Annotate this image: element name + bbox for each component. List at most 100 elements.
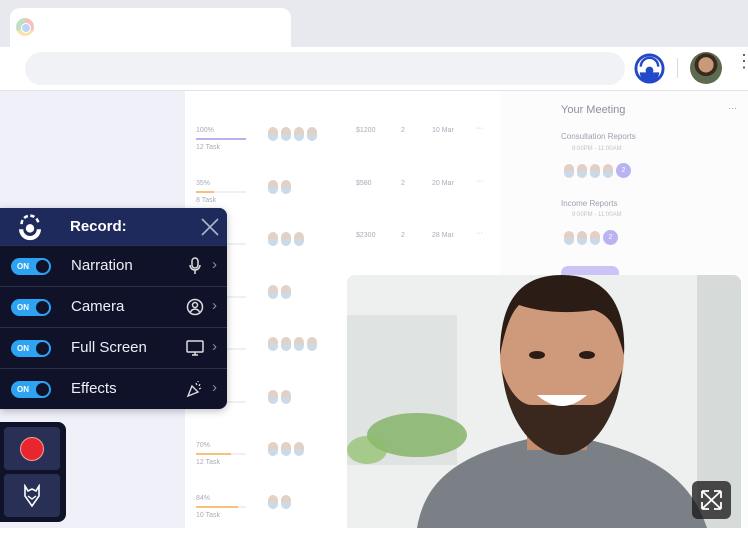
meeting-item-name[interactable]: Income Reports [561, 199, 617, 208]
option-narration[interactable]: ON Narration › [0, 245, 227, 286]
toggle-knob [36, 301, 49, 314]
progress-bar [196, 505, 246, 508]
microphone-icon [189, 257, 201, 274]
progress-fill [196, 505, 238, 508]
progress-percent: 70% [196, 442, 211, 449]
amount: $2300 [356, 232, 376, 239]
attendee-avatar [577, 163, 587, 178]
more-attendees-badge: 2 [603, 230, 618, 245]
member-avatar [281, 179, 291, 194]
more-icon[interactable]: ··· [476, 230, 483, 237]
chevron-right-icon[interactable]: › [212, 256, 217, 273]
option-label: Narration [71, 257, 133, 274]
member-avatar [268, 389, 278, 404]
close-icon[interactable] [199, 216, 221, 238]
amount: $1200 [356, 127, 376, 134]
full-screen-toggle[interactable]: ON [11, 340, 51, 357]
task-count: 10 Task [196, 511, 220, 519]
camera-toggle[interactable]: ON [11, 299, 51, 316]
table-row[interactable]: 100% 12 Task $1200 2 10 Mar ··· [196, 125, 496, 167]
member-avatar [281, 232, 291, 246]
expand-icon[interactable] [692, 481, 731, 519]
members [268, 127, 317, 141]
amount: $580 [356, 179, 372, 187]
beard-icon [24, 484, 40, 508]
member-avatar [268, 494, 278, 509]
option-camera[interactable]: ON Camera › [0, 286, 227, 327]
user-circle-icon [186, 298, 204, 316]
record-panel-header: Record: [0, 208, 227, 245]
chevron-right-icon[interactable]: › [212, 297, 217, 314]
members [268, 337, 317, 351]
attendee-avatar [564, 163, 574, 178]
meeting-item-name[interactable]: Consultation Reports [561, 132, 636, 141]
toolbar-divider [677, 58, 678, 78]
comment-count: 2 [401, 127, 405, 134]
option-label: Camera [71, 298, 125, 315]
effects-toggle[interactable]: ON [11, 381, 51, 398]
record-title: Record: [70, 218, 127, 235]
table-row[interactable]: $2300 2 28 Mar ··· [196, 230, 496, 272]
toggle-knob [36, 260, 49, 273]
member-avatar [281, 337, 291, 351]
members [268, 232, 304, 246]
option-full-screen[interactable]: ON Full Screen › [0, 327, 227, 368]
recorder-logo-icon [19, 214, 41, 241]
member-avatar [294, 232, 304, 246]
member-avatar [268, 442, 278, 456]
member-avatar [268, 232, 278, 246]
table-row[interactable]: 35% 8 Task $580 2 20 Mar ··· [196, 178, 496, 220]
progress-fill [196, 190, 214, 193]
record-controls [0, 422, 66, 522]
progress-bar [196, 138, 246, 140]
more-icon[interactable]: ··· [476, 125, 483, 132]
record-dot-icon [20, 437, 44, 461]
member-avatar [268, 284, 278, 299]
member-avatar [294, 337, 304, 351]
more-icon[interactable]: ··· [728, 103, 737, 113]
meeting-item-time: 9:00PM - 11:00AM [572, 212, 622, 218]
chevron-right-icon[interactable]: › [212, 379, 217, 396]
meeting-attendees: 2 [564, 163, 631, 178]
effects-button[interactable] [4, 474, 60, 517]
member-avatar [268, 179, 278, 194]
members [268, 389, 291, 404]
record-button[interactable] [4, 427, 60, 470]
due-date: 28 Mar [432, 232, 454, 239]
recorder-logo-icon[interactable] [634, 53, 665, 84]
chevron-right-icon[interactable]: › [212, 338, 217, 355]
webcam-preview[interactable] [347, 275, 741, 528]
browser-logo-icon [16, 18, 34, 36]
progress-fill [196, 138, 246, 140]
toggle-label: ON [17, 303, 29, 312]
more-icon[interactable]: ··· [476, 178, 483, 185]
webcam-person-image [347, 275, 741, 528]
members [268, 284, 291, 299]
narration-toggle[interactable]: ON [11, 258, 51, 275]
option-label: Effects [71, 380, 117, 397]
member-avatar [281, 284, 291, 299]
members [268, 442, 304, 456]
party-popper-icon [186, 381, 202, 398]
attendee-avatar [590, 230, 600, 245]
member-avatar [268, 337, 278, 351]
browser-tab[interactable] [10, 8, 291, 48]
meeting-title: Your Meeting [561, 104, 626, 116]
members [268, 494, 291, 509]
due-date: 20 Mar [432, 179, 454, 187]
avatar[interactable] [690, 52, 722, 84]
option-effects[interactable]: ON Effects › [0, 368, 227, 409]
progress-bar [196, 190, 246, 193]
progress-fill [196, 453, 231, 455]
member-avatar [268, 127, 278, 141]
option-label: Full Screen [71, 339, 147, 356]
attendee-avatar [564, 230, 574, 245]
comment-count: 2 [401, 179, 405, 187]
members [268, 179, 291, 194]
task-count: 12 Task [196, 459, 220, 466]
kebab-menu-icon[interactable]: ⋮ [735, 52, 748, 70]
due-date: 10 Mar [432, 127, 454, 134]
member-avatar [281, 389, 291, 404]
attendee-avatar [603, 163, 613, 178]
address-bar[interactable] [25, 52, 625, 85]
